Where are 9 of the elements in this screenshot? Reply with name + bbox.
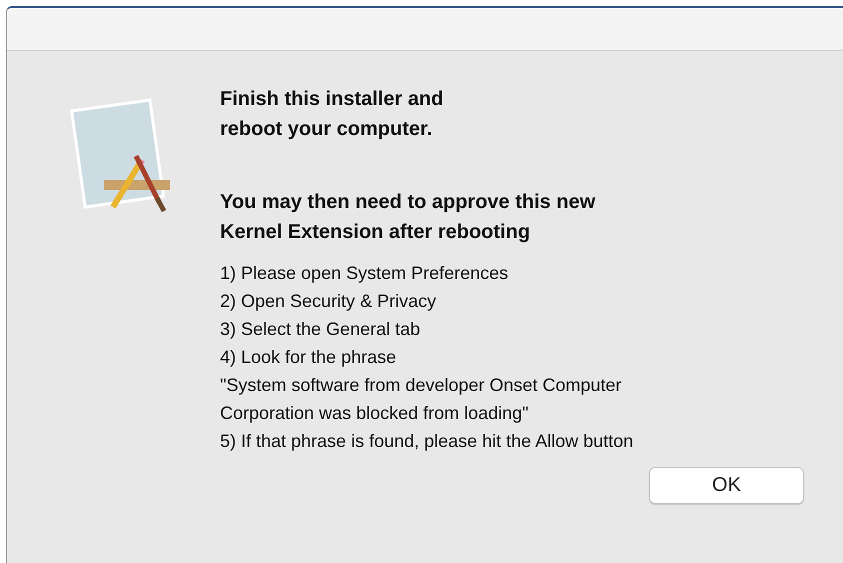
instruction-text: 1) Please open System Preferences [220,262,510,285]
instruction-text: 5) If that phrase is found, please hit the Allow button [220,430,634,453]
instruction-text: 2) Open Security & Privacy [220,290,438,313]
ok-button[interactable]: OK [649,467,804,504]
instruction-text: 3) Select the General tab [220,318,422,341]
instruction-text: 4) Look for the phrase [220,346,398,369]
instruction-text: "System software from developer Onset Computer Corporation was blocked from loading" [220,374,623,425]
dialog-subheading: You may then need to approve this new Kernel Extension after rebooting [220,190,596,245]
dialog-heading: Finish this installer and reboot your computer. [220,87,444,142]
